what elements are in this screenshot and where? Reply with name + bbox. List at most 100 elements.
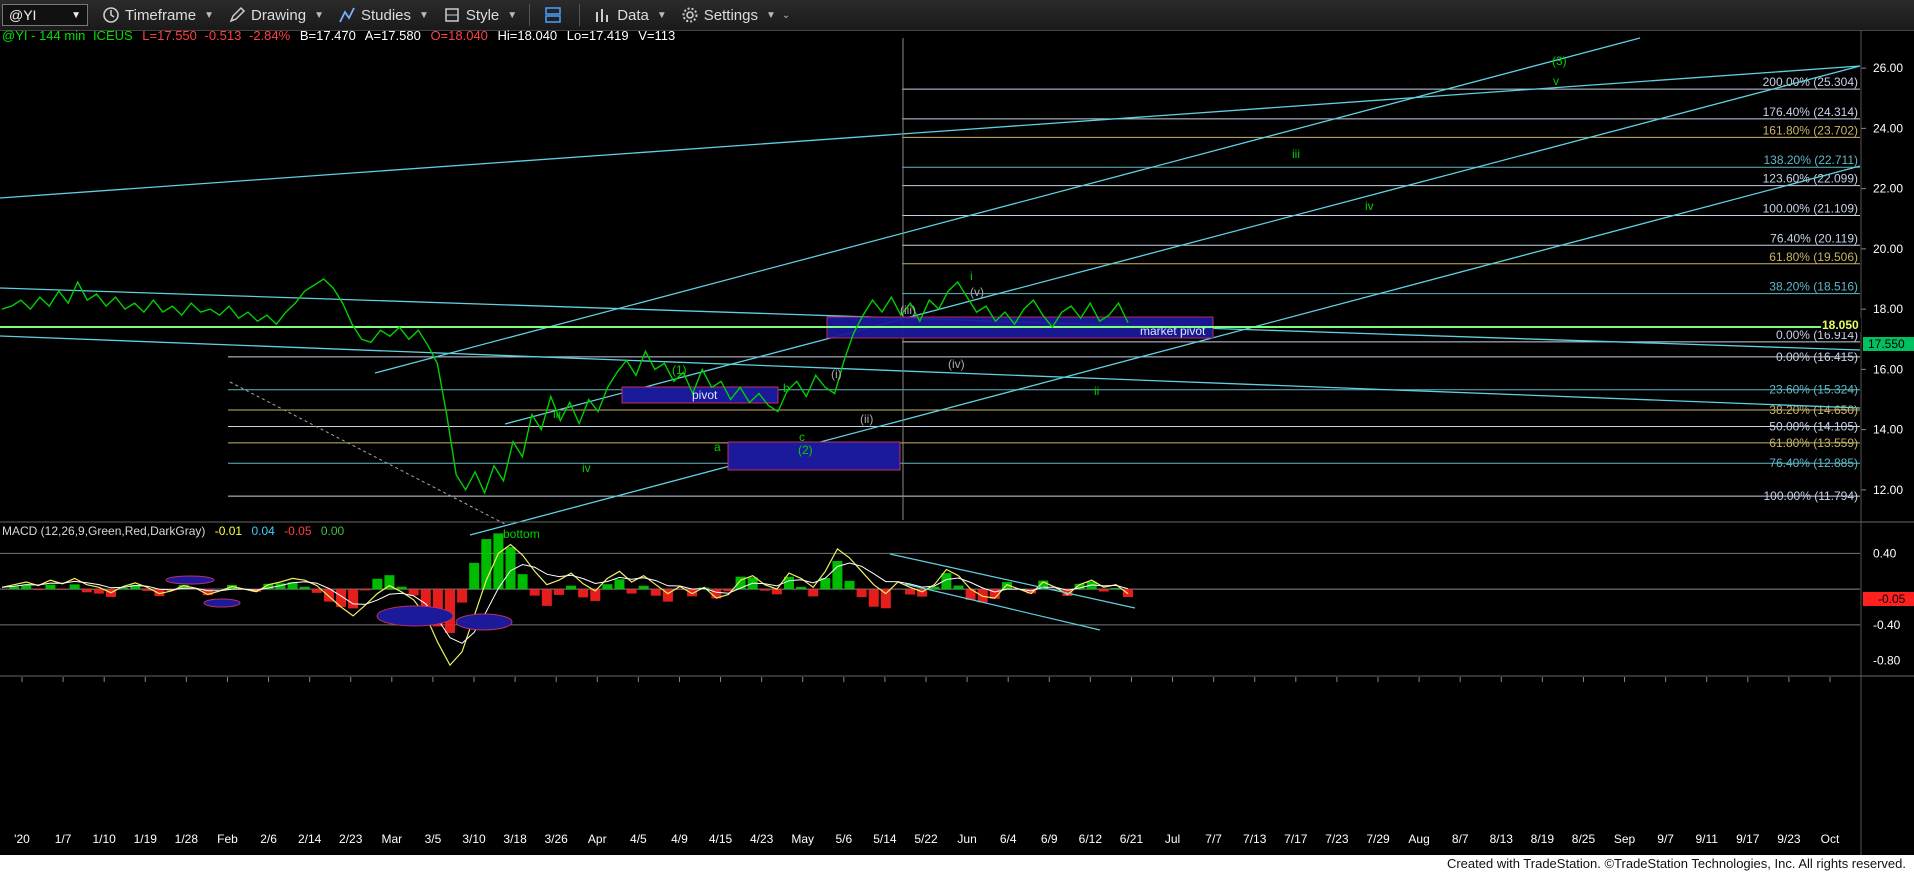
trend-channels: [0, 37, 1861, 536]
macd-histogram-bar: [348, 589, 359, 609]
fib-level-label: 161.80% (23.702): [1763, 123, 1858, 137]
macd-histogram-bar: [687, 589, 698, 597]
macd-tick-label: -0.40: [1873, 618, 1901, 632]
macd-histogram-bar: [808, 589, 819, 597]
macd-drawings: [165, 553, 1136, 631]
time-tick-label: Jun: [957, 832, 976, 846]
macd-value: -0.01: [215, 524, 243, 538]
time-tick-label: Aug: [1408, 832, 1429, 846]
toolbar-divider: [579, 4, 581, 26]
fib-level-label: 176.40% (24.314): [1763, 105, 1858, 119]
header-symbol: @YI: [2, 30, 27, 43]
macd-histogram-bar: [372, 578, 383, 590]
pencil-icon: [229, 6, 246, 23]
timeframe-label: Timeframe: [125, 6, 197, 24]
macd-histogram-bar: [69, 584, 80, 590]
price-tick-label: 26.00: [1873, 61, 1903, 75]
chevron-down-icon[interactable]: ▼: [71, 10, 81, 21]
wave-label: (ii): [860, 412, 873, 426]
header-bid: B=17.470: [300, 30, 356, 43]
fib-level-label: 61.80% (19.506): [1769, 250, 1858, 264]
macd-tick-label: -0.80: [1873, 654, 1901, 668]
price-series-line: [1, 278, 1129, 495]
macd-histogram-bar: [578, 589, 589, 598]
time-tick-label: Jul: [1165, 832, 1180, 846]
header-ask: A=17.580: [365, 30, 421, 43]
time-tick-label: 6/4: [1000, 832, 1017, 846]
time-tick-label: 7/29: [1366, 832, 1390, 846]
caret-down-icon: ▼: [765, 9, 776, 21]
caret-down-icon: ▼: [419, 9, 429, 21]
macd-axis: 0.40 -0.40 -0.80: [1873, 546, 1901, 667]
macd-histogram-bar: [360, 589, 371, 591]
time-tick-label: Mar: [381, 832, 402, 846]
macd-histogram-bar: [856, 589, 867, 598]
macd-histogram-bar: [614, 579, 625, 590]
header-low: Lo=17.419: [567, 30, 629, 43]
caret-down-icon: ▼: [314, 9, 324, 21]
wave-label: iii: [553, 407, 561, 421]
wave-annotations: (3) v iii iv i (v) (iii) (iv) (i) (ii) (1) (2) a b c ii…: [553, 54, 1567, 475]
channel-line: [0, 335, 1861, 409]
fib-level-label: 76.40% (12.885): [1769, 456, 1858, 470]
symbol-input[interactable]: @YI: [9, 7, 36, 23]
market-pivot-label: market pivot: [1140, 324, 1206, 338]
wave-label: (v): [970, 285, 984, 299]
macd-histogram-bar: [541, 589, 552, 606]
macd-histogram-bar: [868, 589, 879, 607]
wave-label: (i): [831, 367, 842, 381]
data-button[interactable]: Data ▼: [594, 6, 667, 24]
wave-label: iii: [1292, 147, 1300, 161]
clock-icon: [103, 7, 119, 23]
macd-histogram-bar: [33, 589, 44, 591]
fib-level-label: 61.80% (13.559): [1769, 436, 1858, 450]
time-tick-label: 8/19: [1531, 832, 1555, 846]
timeframe-button[interactable]: Timeframe ▼: [102, 6, 214, 24]
macd-histogram-bar: [650, 589, 661, 596]
macd-histogram-bar: [457, 589, 468, 603]
macd-histogram-bar: [505, 547, 516, 590]
header-open: O=18.040: [430, 30, 487, 43]
time-tick-label: 9/17: [1736, 832, 1760, 846]
macd-histogram-bar: [602, 584, 613, 590]
macd-divergence-ellipse: [376, 605, 454, 627]
style-button[interactable]: Style ▼: [443, 6, 517, 24]
settings-button[interactable]: Settings ▼ ⌄: [681, 6, 790, 24]
header-change: -0.513: [205, 30, 242, 43]
symbol-selector[interactable]: @YI ▼: [2, 4, 88, 26]
price-chart[interactable]: @YI - 144 min ICEUS L=17.550 -0.513 -2.8…: [0, 30, 1914, 855]
time-tick-label: 2/14: [298, 832, 322, 846]
header-exchange: ICEUS: [93, 30, 133, 43]
studies-button[interactable]: Studies ▼: [338, 6, 429, 24]
macd-histogram-bar: [396, 586, 407, 590]
time-tick-label: 2/6: [260, 832, 277, 846]
caret-down-icon: ▼: [656, 9, 667, 21]
pivot-price-tag-text: 18.050: [1822, 318, 1859, 332]
macd-histogram-bar: [57, 589, 68, 590]
studies-label: Studies: [360, 6, 412, 24]
data-label: Data: [617, 6, 649, 24]
macd-histogram-bar: [45, 584, 56, 590]
macd-histogram-bar: [21, 585, 32, 590]
drawing-label: Drawing: [251, 6, 307, 24]
macd-header: MACD (12,26,9,Green,Red,DarkGray) -0.01 …: [2, 524, 345, 538]
layout-button[interactable]: [544, 6, 567, 24]
time-tick-label: 9/7: [1657, 832, 1674, 846]
time-tick-label: 8/13: [1490, 832, 1514, 846]
overflow-caret-icon[interactable]: ⌄: [782, 10, 790, 21]
time-tick-label: 5/6: [835, 832, 852, 846]
macd-histogram-bar: [420, 589, 431, 609]
time-tick-label: 1/7: [55, 832, 72, 846]
macd-histogram-bar: [93, 589, 104, 594]
macd-histogram-bar: [638, 585, 649, 590]
macd-divergence-ellipse: [455, 613, 513, 631]
time-tick-label: Feb: [217, 832, 238, 846]
time-tick-label: Sep: [1614, 832, 1636, 846]
drawing-button[interactable]: Drawing ▼: [228, 6, 324, 24]
macd-divergence-ellipse: [203, 598, 241, 608]
time-tick-label: 7/7: [1205, 832, 1222, 846]
fib-retracement-lines: 200.00% (25.304) 176.40% (24.314) 161.80% …: [228, 75, 1860, 503]
wave-label: (iii): [900, 303, 916, 317]
wave-label: c: [799, 430, 805, 444]
macd-histogram-bar: [408, 589, 419, 596]
